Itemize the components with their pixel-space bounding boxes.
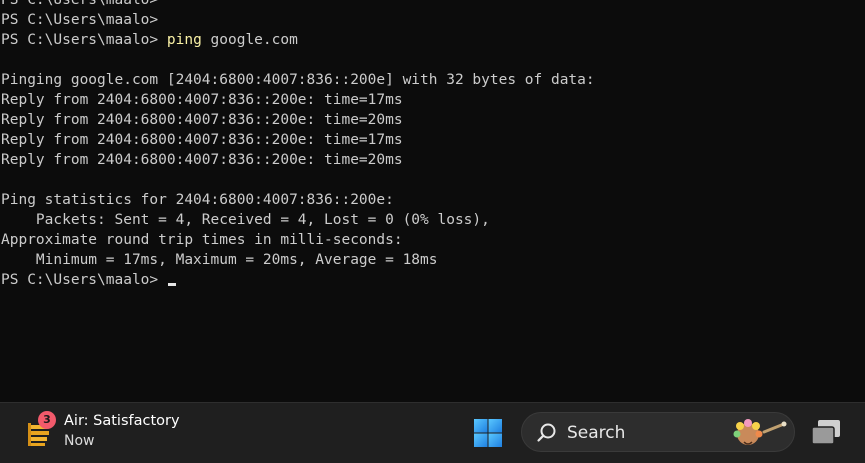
text-cursor	[167, 283, 176, 286]
terminal-text: PS C:\Users\maalo>	[1, 12, 159, 28]
terminal-line: PS C:\Users\maalo>	[0, 270, 865, 290]
widget-subtitle: Now	[64, 433, 95, 449]
terminal-line: Ping statistics for 2404:6800:4007:836::…	[0, 190, 865, 210]
terminal-text: PS C:\Users\maalo>	[1, 32, 167, 48]
windows-logo-icon[interactable]	[471, 416, 505, 450]
terminal-text: PS C:\Users\maalo>	[1, 0, 159, 8]
terminal-line: Pinging google.com [2404:6800:4007:836::…	[0, 70, 865, 90]
weather-widget[interactable]: 3 Air: Satisfactory Now	[24, 411, 194, 455]
notification-badge: 3	[38, 411, 56, 429]
task-view-icon[interactable]	[808, 417, 844, 449]
search-highlight-art-icon	[733, 419, 787, 445]
terminal-text: Reply from 2404:6800:4007:836::200e: tim…	[1, 132, 403, 148]
widget-title: Air: Satisfactory	[64, 413, 180, 429]
terminal-line: Reply from 2404:6800:4007:836::200e: tim…	[0, 150, 865, 170]
search-label: Search	[567, 423, 626, 443]
search-icon	[537, 423, 556, 442]
terminal-text: Reply from 2404:6800:4007:836::200e: tim…	[1, 152, 403, 168]
taskbar: 3 Air: Satisfactory Now Search	[0, 402, 865, 463]
terminal-line: PS C:\Users\maalo>	[0, 10, 865, 30]
taskbar-search-box[interactable]: Search	[521, 412, 795, 452]
terminal-text: Reply from 2404:6800:4007:836::200e: tim…	[1, 112, 403, 128]
terminal-text: PS C:\Users\maalo>	[1, 272, 167, 288]
terminal-command: ping	[166, 32, 202, 48]
terminal-line: PS C:\Users\maalo>	[0, 0, 865, 10]
terminal-text: Ping statistics for 2404:6800:4007:836::…	[1, 192, 394, 208]
terminal-command-arg: google.com	[201, 32, 298, 48]
terminal-line: Reply from 2404:6800:4007:836::200e: tim…	[0, 110, 865, 130]
terminal-line: Reply from 2404:6800:4007:836::200e: tim…	[0, 90, 865, 110]
terminal-text: Minimum = 17ms, Maximum = 20ms, Average …	[1, 252, 438, 268]
terminal-window[interactable]: PS C:\Users\maalo> PS C:\Users\maalo> PS C…	[0, 0, 865, 402]
terminal-line: Reply from 2404:6800:4007:836::200e: tim…	[0, 130, 865, 150]
terminal-text: Pinging google.com [2404:6800:4007:836::…	[1, 72, 595, 88]
terminal-text: Reply from 2404:6800:4007:836::200e: tim…	[1, 92, 403, 108]
terminal-text: Packets: Sent = 4, Received = 4, Lost = …	[1, 212, 490, 228]
terminal-line: PS C:\Users\maalo> ping google.com	[0, 30, 865, 50]
terminal-text: Approximate round trip times in milli-se…	[1, 232, 403, 248]
terminal-line: Minimum = 17ms, Maximum = 20ms, Average …	[0, 250, 865, 270]
terminal-line: Approximate round trip times in milli-se…	[0, 230, 865, 250]
terminal-line: Packets: Sent = 4, Received = 4, Lost = …	[0, 210, 865, 230]
